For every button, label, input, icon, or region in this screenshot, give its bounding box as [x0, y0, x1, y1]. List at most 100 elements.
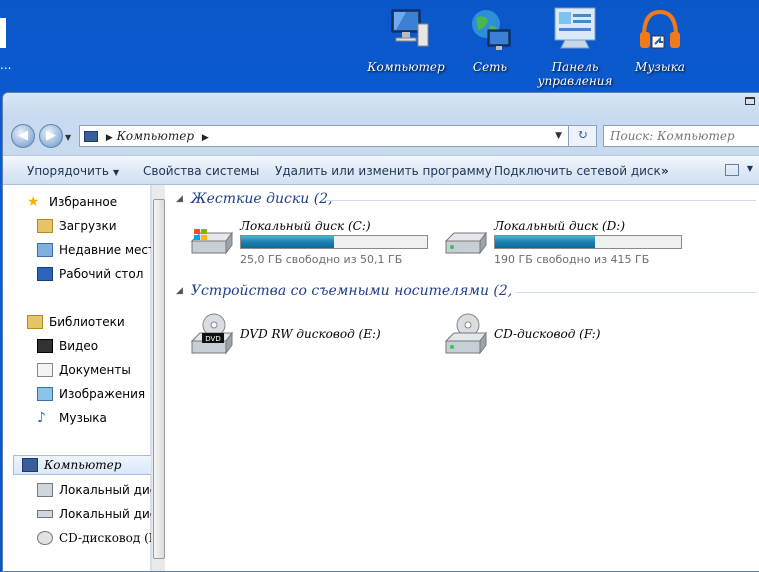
- nav-label: Изображения: [59, 387, 146, 401]
- downloads-folder-icon: [37, 219, 53, 233]
- breadcrumb-arrow-icon[interactable]: ▶: [106, 133, 113, 143]
- nav-cd-drive[interactable]: CD-дисковод (F: [37, 531, 157, 545]
- drive-free-space: 25,0 ГБ свободно из 50,1 ГБ: [240, 253, 403, 266]
- drive-usage-fill: [241, 236, 334, 248]
- group-divider: [326, 200, 756, 201]
- drive-name: Локальный диск (D:): [494, 219, 626, 233]
- nav-label: Избранное: [49, 195, 118, 209]
- nav-local-disk-c[interactable]: Локальный дис: [37, 483, 156, 497]
- nav-label: Документы: [59, 363, 131, 377]
- more-commands-button[interactable]: »: [661, 164, 669, 178]
- view-dropdown-icon[interactable]: ▼: [747, 164, 753, 173]
- nav-label: Локальный дис: [59, 483, 157, 497]
- music-note-icon: ♪: [37, 410, 46, 426]
- dvd-badge: DVD: [205, 335, 220, 343]
- title-bar[interactable]: [3, 93, 759, 119]
- desktop-edge-icon[interactable]: [0, 18, 6, 48]
- group-removable[interactable]: ◢ Устройства со съемными носителями (2,: [176, 283, 756, 299]
- nav-local-disk-d[interactable]: Локальный дис: [37, 507, 156, 521]
- drive-free-space: 190 ГБ свободно из 415 ГБ: [494, 253, 650, 266]
- star-icon: ★: [27, 194, 40, 210]
- back-button[interactable]: ◀: [11, 124, 35, 148]
- drive-cd-f[interactable]: CD-дисковод (F:): [442, 313, 692, 357]
- drive-dvd-rw-e[interactable]: DVD DVD RW дисковод (E:): [188, 313, 438, 357]
- group-divider: [516, 292, 756, 293]
- recent-places-icon: [37, 243, 53, 257]
- collapse-triangle-icon[interactable]: ◢: [176, 194, 183, 204]
- desktop-icon-control-panel[interactable]: Панель управления: [535, 6, 615, 88]
- hard-drive-icon: [37, 510, 53, 518]
- cd-drive-icon: [37, 531, 53, 545]
- change-view-icon[interactable]: [725, 164, 739, 176]
- nav-downloads[interactable]: Загрузки: [37, 219, 117, 233]
- nav-libraries[interactable]: Библиотеки: [27, 315, 125, 329]
- nav-label: Библиотеки: [49, 315, 125, 329]
- network-globe-icon: [466, 6, 514, 54]
- nav-label: Компьютер: [44, 458, 122, 472]
- explorer-window: ◀ ▶ ▼ ▶ Компьютер ▶ ▼ ↻ Поиск: Компьютер…: [2, 92, 759, 572]
- images-icon: [37, 387, 53, 401]
- control-panel-icon: [551, 6, 599, 54]
- map-network-drive-button[interactable]: Подключить сетевой диск: [494, 164, 661, 178]
- collapse-triangle-icon[interactable]: ◢: [176, 286, 183, 296]
- dvd-drive-icon: DVD: [188, 313, 234, 355]
- desktop-icon-music[interactable]: Музыка: [620, 6, 700, 74]
- nav-video[interactable]: Видео: [37, 339, 98, 353]
- system-drive-icon: [37, 483, 53, 497]
- group-hard-drives[interactable]: ◢ Жесткие диски (2,: [176, 191, 756, 207]
- drive-local-c[interactable]: Локальный диск (C:) 25,0 ГБ свободно из …: [188, 219, 438, 269]
- device-name: DVD RW дисковод (E:): [240, 327, 381, 341]
- desktop-icon-label: Музыка: [635, 60, 685, 74]
- nav-label: Загрузки: [59, 219, 117, 233]
- nav-label: CD-дисковод (F: [59, 531, 158, 545]
- scrollbar-thumb[interactable]: [153, 199, 165, 559]
- desktop-icon-network[interactable]: Сеть: [450, 6, 530, 74]
- drive-usage-fill: [495, 236, 596, 248]
- breadcrumb-arrow-icon[interactable]: ▶: [202, 133, 209, 143]
- device-name: CD-дисковод (F:): [494, 327, 601, 341]
- search-input[interactable]: Поиск: Компьютер: [603, 125, 759, 147]
- command-toolbar: Упорядочить ▼ Свойства системы Удалить ил…: [3, 155, 759, 185]
- drive-usage-bar: [494, 235, 682, 249]
- content-area: ★ Избранное Загрузки Недавние мест Рабоч…: [3, 185, 759, 571]
- address-dropdown-icon[interactable]: ▼: [555, 126, 562, 146]
- organize-label: Упорядочить: [27, 164, 109, 178]
- maximize-button[interactable]: [745, 97, 755, 105]
- libraries-icon: [27, 315, 43, 329]
- history-dropdown-icon[interactable]: ▼: [65, 133, 71, 142]
- nav-label: Видео: [59, 339, 99, 353]
- forward-button[interactable]: ▶: [39, 124, 63, 148]
- desktop-edge-label: ...: [0, 58, 12, 72]
- organize-button[interactable]: Упорядочить ▼: [27, 164, 119, 178]
- nav-favorites[interactable]: ★ Избранное: [27, 195, 117, 209]
- group-title: Устройства со съемными носителями (2,: [190, 283, 513, 299]
- headphones-icon: [636, 6, 684, 54]
- nav-label: Локальный дис: [59, 507, 157, 521]
- drive-usage-bar: [240, 235, 428, 249]
- cd-drive-icon: [442, 313, 488, 355]
- nav-documents[interactable]: Документы: [37, 363, 131, 377]
- computer-icon: [22, 458, 38, 472]
- computer-icon: [84, 131, 98, 142]
- system-properties-button[interactable]: Свойства системы: [143, 164, 259, 178]
- nav-desktop[interactable]: Рабочий стол: [37, 267, 143, 281]
- uninstall-program-button[interactable]: Удалить или изменить программу: [275, 164, 492, 178]
- desktop-icon-label: Компьютер: [367, 60, 445, 74]
- nav-images[interactable]: Изображения: [37, 387, 145, 401]
- desktop-icon: [37, 267, 53, 281]
- drive-name: Локальный диск (C:): [240, 219, 371, 233]
- drive-local-d[interactable]: Локальный диск (D:) 190 ГБ свободно из 4…: [442, 219, 692, 269]
- refresh-icon[interactable]: ↻: [568, 126, 596, 146]
- address-bar[interactable]: ▶ Компьютер ▶ ▼ ↻: [79, 125, 597, 147]
- nav-computer[interactable]: Компьютер: [13, 455, 153, 475]
- nav-music[interactable]: ♪ Музыка: [37, 411, 107, 425]
- video-icon: [37, 339, 53, 353]
- nav-label: Рабочий стол: [59, 267, 144, 281]
- desktop-icon-label: Панель управления: [537, 60, 613, 88]
- nav-recent-places[interactable]: Недавние мест: [37, 243, 155, 257]
- system-drive-icon: [188, 227, 234, 259]
- desktop-icon-computer[interactable]: Компьютер: [366, 6, 446, 74]
- main-pane: ◢ Жесткие диски (2, Локальный диск (C:): [166, 185, 759, 571]
- breadcrumb-computer[interactable]: Компьютер: [117, 129, 194, 143]
- nav-pane-scrollbar[interactable]: [151, 185, 165, 571]
